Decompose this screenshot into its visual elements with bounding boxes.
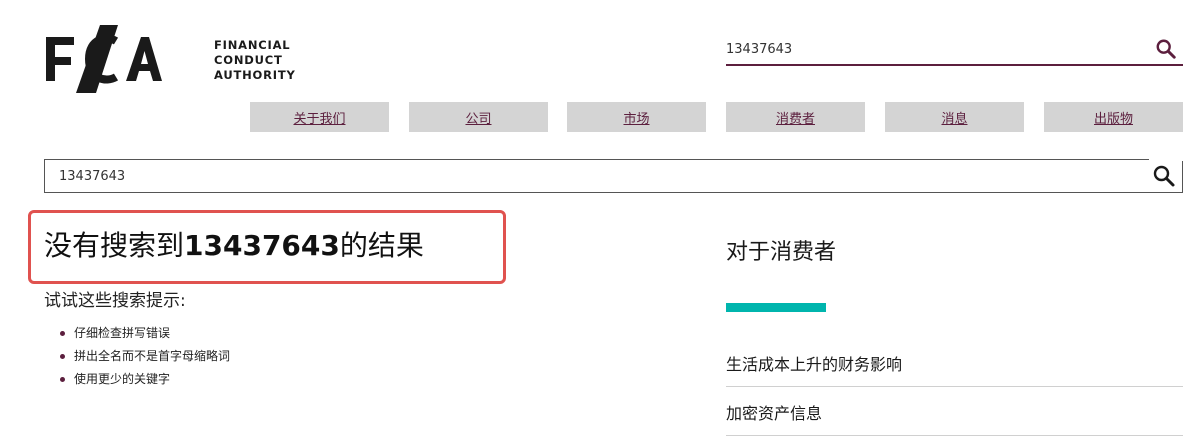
- logo-line-authority: AUTHORITY: [214, 68, 296, 82]
- nav-item-consumers[interactable]: 消费者: [726, 102, 865, 132]
- header-search: [726, 32, 1183, 66]
- search-query-text: 13437643: [184, 229, 340, 262]
- logo-line-financial: FINANCIAL: [214, 38, 291, 52]
- tip-text: 拼出全名而不是首字母缩略词: [74, 349, 231, 363]
- search-icon[interactable]: [1155, 38, 1177, 60]
- sidebar-link-cost-of-living[interactable]: 生活成本上升的财务影响: [726, 339, 1183, 387]
- list-item: 使用更少的关键字: [60, 368, 230, 391]
- search-tips-title: 试试这些搜索提示:: [44, 291, 186, 311]
- bullet-icon: [60, 377, 65, 382]
- logo-wordmark: FINANCIAL CONDUCT AUTHORITY: [214, 38, 296, 83]
- fca-logo-mark: [46, 25, 162, 93]
- search-bar-notch: [1149, 159, 1183, 161]
- no-results-heading: 没有搜索到13437643的结果: [44, 228, 424, 264]
- search-icon[interactable]: [1152, 164, 1176, 188]
- no-results-suffix: 的结果: [339, 229, 424, 262]
- tip-text: 使用更少的关键字: [74, 372, 171, 386]
- nav-item-markets[interactable]: 市场: [567, 102, 706, 132]
- list-item: 拼出全名而不是首字母缩略词: [60, 345, 230, 368]
- header-search-input[interactable]: [726, 36, 1136, 62]
- logo-line-conduct: CONDUCT: [214, 53, 283, 67]
- nav-item-firms[interactable]: 公司: [409, 102, 548, 132]
- tip-text: 仔细检查拼写错误: [74, 326, 171, 340]
- list-item: 仔细检查拼写错误: [60, 322, 230, 345]
- nav-item-news[interactable]: 消息: [885, 102, 1024, 132]
- fca-logo[interactable]: FINANCIAL CONDUCT AUTHORITY: [44, 25, 295, 93]
- search-tips-list: 仔细检查拼写错误 拼出全名而不是首字母缩略词 使用更少的关键字: [60, 322, 230, 391]
- nav-item-about-us[interactable]: 关于我们: [250, 102, 389, 132]
- results-search-input[interactable]: [59, 164, 1129, 188]
- nav-item-publications[interactable]: 出版物: [1044, 102, 1183, 132]
- consumers-sidebar-title: 对于消费者: [726, 240, 837, 265]
- sidebar-link-cryptoassets[interactable]: 加密资产信息: [726, 388, 1183, 436]
- results-search-bar: [44, 159, 1183, 193]
- accent-divider: [726, 303, 826, 312]
- bullet-icon: [60, 354, 65, 359]
- no-results-prefix: 没有搜索到: [44, 229, 185, 262]
- bullet-icon: [60, 331, 65, 336]
